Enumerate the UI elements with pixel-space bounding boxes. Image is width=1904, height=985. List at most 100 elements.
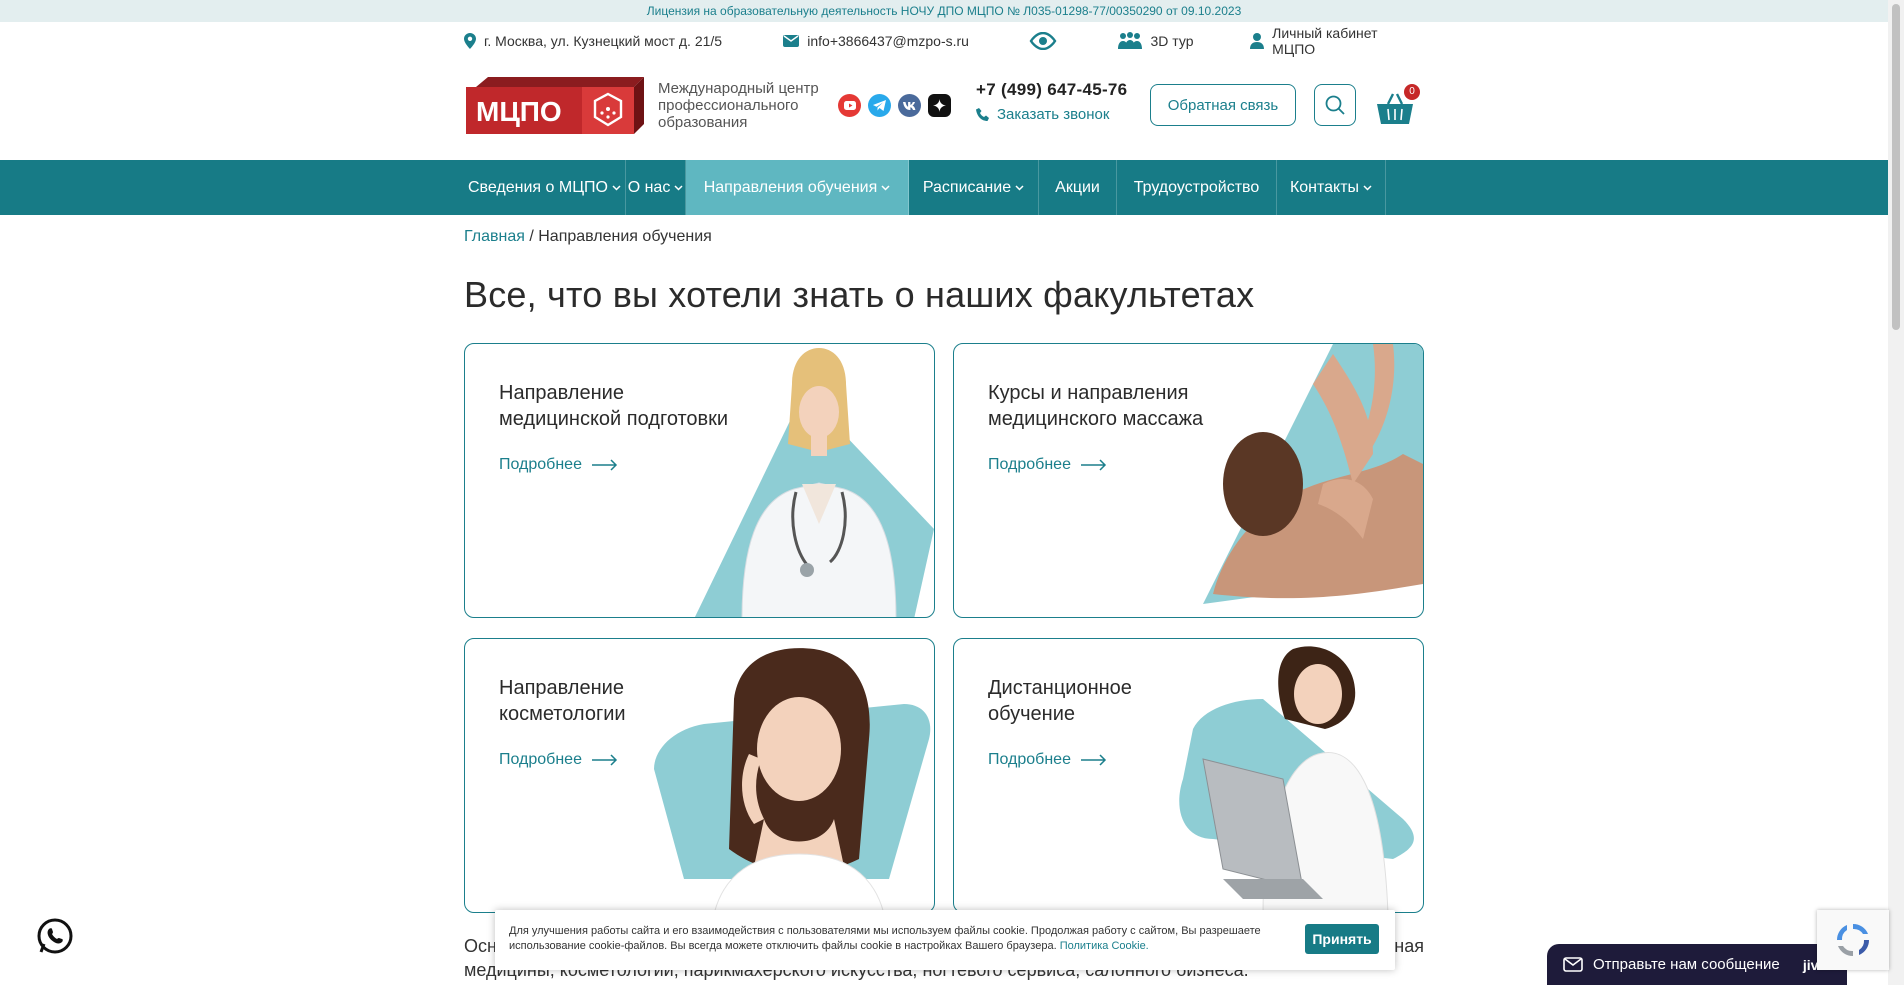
nav-item-directions[interactable]: Направления обучения — [686, 160, 909, 215]
chevron-down-icon — [1363, 184, 1372, 191]
card-more-link[interactable]: Подробнее — [499, 751, 618, 769]
logo-text: МЦПО — [476, 96, 562, 127]
cart-count-badge: 0 — [1404, 84, 1420, 100]
license-bar: Лицензия на образовательную деятельность… — [0, 0, 1888, 22]
callback-link[interactable]: Заказать звонок — [976, 106, 1127, 123]
laptop-woman-illustration — [1179, 646, 1414, 912]
cookie-text: Для улучшения работы сайта и его взаимод… — [509, 924, 1289, 954]
card-title-line: Направление — [499, 382, 624, 404]
nav-item-about-us[interactable]: О нас — [626, 160, 686, 215]
phone-icon — [976, 107, 989, 121]
nav-item-label[interactable]: О нас — [628, 179, 671, 197]
nav-item-about-mcpo[interactable]: Сведения о МЦПО — [464, 160, 626, 215]
intro-text-end: ная — [1394, 936, 1424, 956]
mcpo-logo[interactable]: МЦПО — [466, 77, 644, 134]
chevron-down-icon — [612, 184, 621, 191]
jivo-label[interactable]: Отправьте нам сообщение — [1593, 956, 1780, 973]
address: г. Москва, ул. Кузнецкий мост д. 21/5 — [464, 33, 783, 49]
header: МЦПО Международный центр профессионально… — [464, 66, 1424, 146]
nav-item-schedule[interactable]: Расписание — [909, 160, 1039, 215]
telegram-icon[interactable] — [868, 94, 891, 117]
card-title-line: обучение — [988, 703, 1076, 725]
envelope-icon — [783, 35, 800, 47]
logo-caption: Международный центр профессионального об… — [658, 80, 819, 131]
eye-icon[interactable] — [1029, 32, 1057, 50]
cabinet-label[interactable]: Личный кабинет МЦПО — [1272, 25, 1424, 57]
arrow-right-icon — [591, 754, 618, 766]
vk-icon[interactable] — [898, 94, 921, 117]
tour-people-icon — [1117, 32, 1142, 49]
nav-item-label[interactable]: Направления обучения — [704, 179, 878, 197]
card-more-link[interactable]: Подробнее — [988, 751, 1107, 769]
jivo-chat-widget[interactable]: Отправьте нам сообщение jivo — [1547, 944, 1847, 985]
accessibility-toggle[interactable] — [1029, 32, 1117, 50]
massage-illustration — [1203, 344, 1423, 604]
cookie-banner: Для улучшения работы сайта и его взаимод… — [495, 910, 1395, 970]
arrow-right-icon — [591, 459, 618, 471]
main-nav: Сведения о МЦПО О нас Направления обучен… — [0, 160, 1888, 215]
top-info-line: г. Москва, ул. Кузнецкий мост д. 21/5 in… — [464, 25, 1424, 57]
recaptcha-icon — [1836, 923, 1870, 957]
contact-phone-block: +7 (499) 647-45-76 Заказать звонок — [976, 80, 1127, 123]
card-distance[interactable]: Дистанционное обучение Подробнее — [953, 638, 1424, 913]
cosmetology-illustration — [654, 648, 931, 912]
intro-text-start: Осн — [464, 936, 497, 956]
more-label[interactable]: Подробнее — [499, 456, 582, 474]
card-title-line: косметологии — [499, 703, 626, 725]
card-title: Курсы и направления медицинского массажа — [988, 380, 1203, 432]
envelope-icon — [1563, 957, 1583, 972]
cart-button[interactable]: 0 — [1376, 84, 1420, 126]
card-title: Дистанционное обучение — [988, 675, 1132, 727]
nav-item-label[interactable]: Трудоустройство — [1134, 179, 1260, 197]
card-title-line: медицинской подготовки — [499, 408, 729, 430]
dzen-icon[interactable] — [928, 94, 951, 117]
more-label[interactable]: Подробнее — [988, 751, 1071, 769]
scrollbar-thumb[interactable] — [1892, 4, 1900, 330]
feedback-button[interactable]: Обратная связь — [1150, 84, 1296, 126]
chevron-down-icon — [881, 184, 890, 191]
personal-cabinet-link[interactable]: Личный кабинет МЦПО — [1250, 25, 1424, 57]
nav-item-employment[interactable]: Трудоустройство — [1117, 160, 1277, 215]
card-title-line: медицинского массажа — [988, 408, 1204, 430]
cookie-policy-link[interactable]: Политика Cookie. — [1060, 940, 1149, 952]
phone-number[interactable]: +7 (499) 647-45-76 — [976, 80, 1127, 100]
user-icon — [1250, 33, 1265, 49]
arrow-right-icon — [1080, 459, 1107, 471]
card-title-line: Направление — [499, 677, 624, 699]
chevron-down-icon — [1015, 184, 1024, 191]
search-icon — [1325, 95, 1345, 115]
breadcrumb: Главная / Направления обучения — [464, 228, 1424, 246]
card-more-link[interactable]: Подробнее — [988, 456, 1107, 474]
more-label[interactable]: Подробнее — [988, 456, 1071, 474]
nav-item-contacts[interactable]: Контакты — [1277, 160, 1386, 215]
breadcrumb-home-link[interactable]: Главная — [464, 228, 525, 245]
tour-label[interactable]: 3D тур — [1151, 33, 1194, 49]
nav-item-promotions[interactable]: Акции — [1039, 160, 1117, 215]
email-link[interactable]: info+3866437@mzpo-s.ru — [807, 33, 969, 49]
address-text: г. Москва, ул. Кузнецкий мост д. 21/5 — [484, 33, 723, 49]
breadcrumb-current: Направления обучения — [538, 228, 712, 245]
cookie-accept-button[interactable]: Принять — [1305, 924, 1379, 954]
card-cosmetology[interactable]: Направление косметологии Подробнее — [464, 638, 935, 913]
tour-link[interactable]: 3D тур — [1117, 32, 1251, 50]
card-medical[interactable]: Направление медицинской подготовки Подроб… — [464, 343, 935, 618]
card-title-line: Дистанционное — [988, 677, 1132, 699]
card-massage[interactable]: Курсы и направления медицинского массажа … — [953, 343, 1424, 618]
recaptcha-badge[interactable] — [1817, 910, 1889, 970]
card-more-link[interactable]: Подробнее — [499, 456, 618, 474]
card-title: Направление косметологии — [499, 675, 626, 727]
nav-item-label[interactable]: Сведения о МЦПО — [468, 179, 608, 197]
callback-label[interactable]: Заказать звонок — [997, 106, 1109, 123]
email[interactable]: info+3866437@mzpo-s.ru — [783, 33, 1028, 49]
card-title: Направление медицинской подготовки — [499, 380, 728, 432]
nav-item-label[interactable]: Расписание — [923, 179, 1011, 197]
page-scrollbar[interactable] — [1888, 0, 1904, 985]
youtube-icon[interactable] — [838, 94, 861, 117]
card-title-line: Курсы и направления — [988, 382, 1189, 404]
more-label[interactable]: Подробнее — [499, 751, 582, 769]
nav-item-label[interactable]: Контакты — [1290, 179, 1359, 197]
search-button[interactable] — [1314, 84, 1356, 126]
whatsapp-icon[interactable] — [36, 917, 74, 955]
location-pin-icon — [464, 33, 476, 49]
nav-item-label[interactable]: Акции — [1055, 179, 1100, 197]
